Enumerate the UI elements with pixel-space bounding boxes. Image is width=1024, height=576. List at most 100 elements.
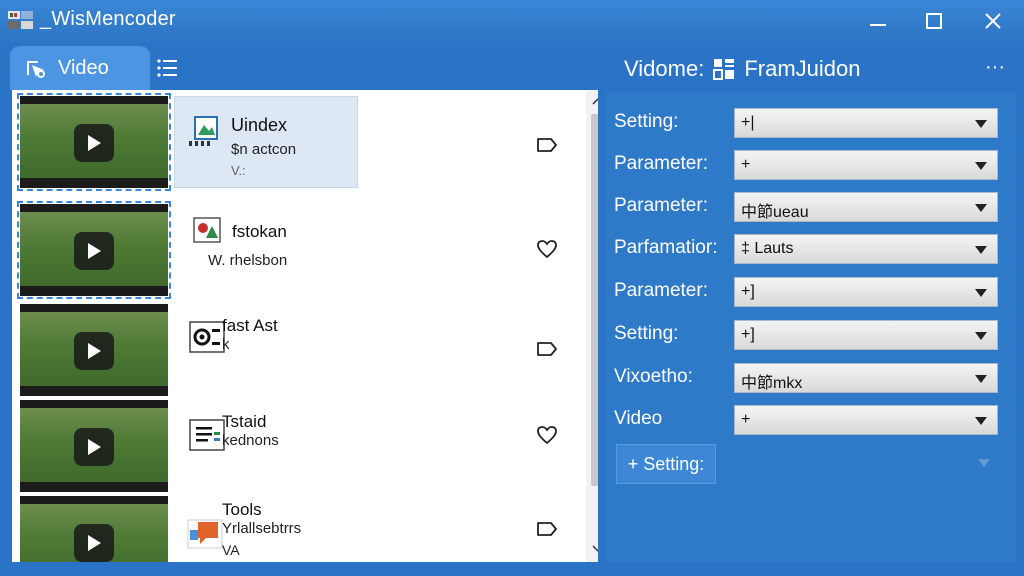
play-icon[interactable]	[74, 332, 114, 370]
add-setting-button[interactable]: + Setting:	[616, 444, 716, 484]
param-dropdown[interactable]: +]	[734, 320, 998, 350]
favorite-button[interactable]	[534, 238, 560, 260]
param-label: Parameter:	[614, 195, 708, 216]
list-item[interactable]: Tstaid kednons	[12, 394, 584, 492]
video-tab-icon	[27, 61, 45, 78]
close-icon	[985, 13, 1001, 29]
list-item[interactable]: fstokan W. rhelsbon	[12, 198, 584, 299]
chevron-down-icon	[592, 545, 598, 553]
gear-settings-icon	[189, 321, 225, 353]
param-label: Setting:	[614, 111, 679, 132]
file-info[interactable]: fstokan W. rhelsbon	[174, 204, 358, 296]
tag-icon	[537, 342, 557, 356]
file-subtitle: $n actcon	[231, 141, 297, 158]
maximize-button[interactable]	[914, 6, 954, 36]
tag-button[interactable]	[534, 518, 560, 540]
param-value: 中節mkx	[741, 375, 803, 392]
settings-header-right: FramJuidon	[744, 56, 861, 81]
param-value: +	[741, 156, 751, 173]
file-title: fast Ast	[222, 316, 278, 335]
play-icon[interactable]	[74, 124, 114, 162]
param-dropdown[interactable]: +|	[734, 108, 998, 138]
file-info[interactable]: Uindex $n actcon V.:	[174, 96, 358, 188]
param-value: +|	[741, 114, 755, 131]
file-title: Uindex	[231, 115, 288, 135]
document-list-icon	[189, 419, 225, 451]
file-subtitle: Yrlallsebtrrs	[222, 520, 302, 537]
favorite-button[interactable]	[534, 424, 560, 446]
scroll-up-button[interactable]	[590, 94, 598, 108]
list-item[interactable]: Uindex $n actcon V.:	[12, 90, 584, 191]
file-subtitle: W. rhelsbon	[208, 252, 288, 269]
play-icon[interactable]	[74, 428, 114, 466]
param-row: Setting: +]	[614, 320, 1000, 350]
file-version: VA	[222, 542, 240, 558]
param-dropdown[interactable]: +]	[734, 277, 998, 307]
orange-chat-icon	[187, 519, 223, 549]
list-item[interactable]: Tools Yrlallsebtrrs VA	[12, 490, 584, 562]
param-row: Parameter: 中節ueau	[614, 192, 1000, 222]
video-thumbnail[interactable]	[20, 304, 168, 396]
tab-video-label: Video	[58, 56, 109, 79]
heart-icon	[537, 240, 557, 259]
param-row: Video +	[614, 405, 1000, 435]
dropdown-arrow-icon	[975, 162, 987, 170]
chevron-up-icon	[592, 97, 598, 105]
dropdown-arrow-icon	[975, 204, 987, 212]
dropdown-arrow-icon	[975, 332, 987, 340]
dropdown-arrow-icon	[975, 120, 987, 128]
play-icon[interactable]	[74, 232, 114, 270]
scroll-down-button[interactable]	[590, 542, 598, 556]
file-subtitle: kednons	[222, 432, 279, 449]
video-thumbnail[interactable]	[20, 400, 168, 492]
dropdown-arrow-icon	[978, 459, 990, 467]
play-icon[interactable]	[74, 524, 114, 562]
close-button[interactable]	[973, 6, 1013, 36]
param-label: Video	[614, 408, 663, 429]
param-dropdown[interactable]: 中節mkx	[734, 363, 998, 393]
param-label: Vixoetho:	[614, 366, 693, 387]
video-thumbnail[interactable]	[20, 496, 168, 562]
tag-icon	[537, 138, 557, 152]
video-thumbnail[interactable]	[17, 93, 171, 191]
param-label: Setting:	[614, 323, 679, 344]
param-value: 中節ueau	[741, 204, 809, 221]
app-logo-icon	[8, 11, 33, 29]
file-title: Tstaid	[222, 412, 267, 431]
minimize-button[interactable]	[858, 6, 898, 36]
param-value: +]	[741, 283, 755, 300]
minimize-icon	[870, 24, 886, 26]
settings-header: Vidome: FramJuidon	[624, 56, 860, 82]
tag-icon	[537, 522, 557, 536]
tag-button[interactable]	[534, 134, 560, 156]
dropdown-arrow-icon	[975, 417, 987, 425]
param-value: +	[741, 411, 751, 428]
param-row: Parfamatior: ‡ Lauts	[614, 234, 1000, 264]
list-item[interactable]: fast Ast k	[12, 298, 584, 396]
dropdown-arrow-icon	[975, 246, 987, 254]
app-title: _WisMencoder	[40, 8, 176, 30]
more-options-button[interactable]: ···	[980, 57, 1010, 80]
dropdown-arrow-icon	[975, 375, 987, 383]
param-dropdown[interactable]: ‡ Lauts	[734, 234, 998, 264]
video-thumbnail[interactable]	[17, 201, 171, 299]
video-file-list[interactable]: Uindex $n actcon V.: fstokan W. rhelsbon	[12, 90, 598, 562]
param-value: ‡ Lauts	[741, 240, 794, 257]
file-info[interactable]: fast Ast k	[174, 304, 358, 396]
file-info[interactable]: Tools Yrlallsebtrrs VA	[174, 496, 358, 562]
tag-button[interactable]	[534, 338, 560, 360]
tab-video[interactable]: Video	[10, 46, 150, 90]
grid-icon	[713, 59, 735, 80]
param-dropdown[interactable]: 中節ueau	[734, 192, 998, 222]
file-subtitle: k	[222, 336, 230, 353]
file-title: fstokan	[232, 222, 287, 241]
scroll-thumb[interactable]	[591, 114, 598, 486]
file-info[interactable]: Tstaid kednons	[174, 400, 358, 492]
vertical-scrollbar[interactable]	[586, 90, 598, 562]
dropdown-arrow-icon	[975, 289, 987, 297]
param-dropdown[interactable]: +	[734, 405, 998, 435]
param-dropdown[interactable]: +	[734, 150, 998, 180]
image-file-icon	[189, 116, 218, 146]
list-icon[interactable]	[154, 56, 180, 80]
settings-header-left: Vidome:	[624, 56, 705, 81]
